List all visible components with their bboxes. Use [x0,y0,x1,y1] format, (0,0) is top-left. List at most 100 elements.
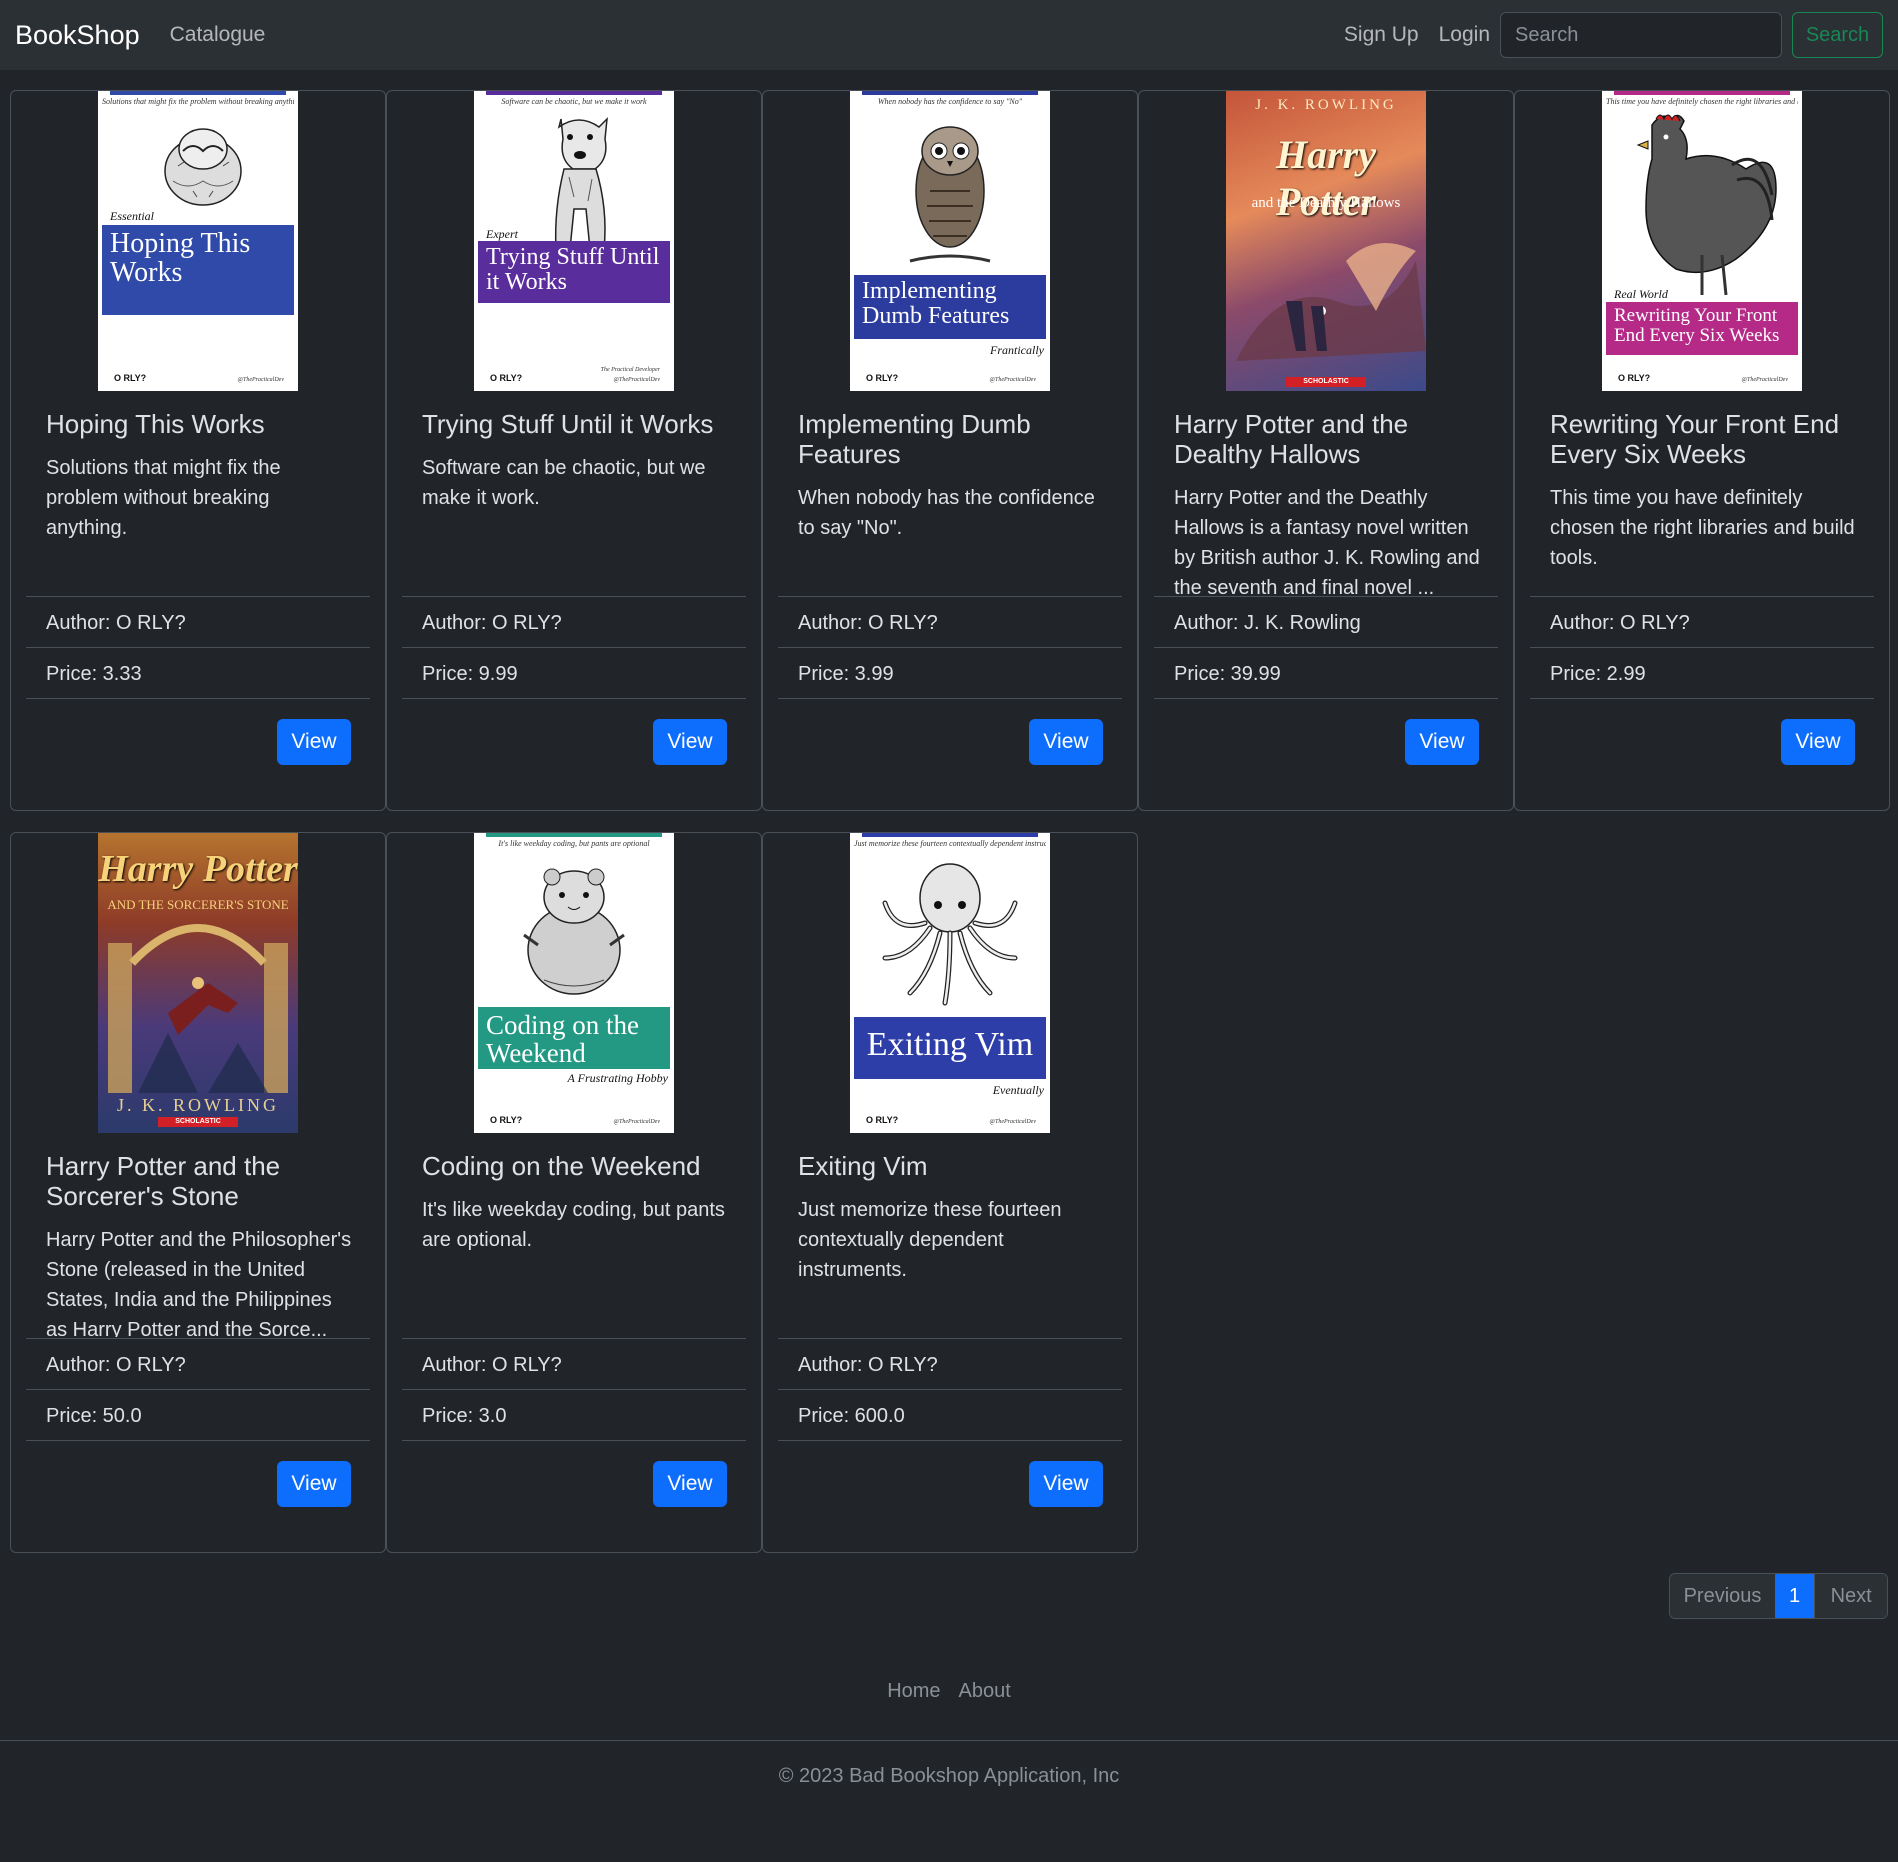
owl-icon [909,126,991,263]
book-cover-image[interactable]: Harry Potter AND THE SORCERER'S STONE J.… [98,833,298,1133]
cover-title: Harry Potter [98,848,298,890]
view-button[interactable]: View [1781,719,1855,765]
book-card: It's like weekday coding, but pants are … [386,832,762,1553]
orly-logo: O RLY? [866,373,899,383]
book-card: This time you have definitely chosen the… [1514,90,1890,811]
pagination: Previous 1 Next [1669,1573,1889,1619]
book-author: Author: O RLY? [778,596,1122,647]
book-price: Price: 39.99 [1154,647,1498,699]
castle-arches-icon [108,924,288,1093]
cover-title-band: Rewriting Your Front End Every Six Weeks [1606,302,1798,355]
nav-catalogue-link[interactable]: Catalogue [170,23,266,47]
search-button[interactable]: Search [1792,12,1883,58]
book-title: Harry Potter and the Sorcerer's Stone [46,1151,281,1211]
book-price: Price: 600.0 [778,1389,1122,1441]
cover-subtitle: The Practical Developer [600,367,660,373]
pagination-page-1[interactable]: 1 [1775,1574,1815,1618]
cover-tagline: It's like weekday coding, but pants are … [498,839,650,848]
cover-handle: @ThePracticalDev [613,1119,660,1125]
cover-subtitle: Frantically [990,343,1044,357]
navbar: BookShop Catalogue Sign Up Login Search [0,0,1898,70]
book-card: J. K. ROWLING Harry Potter and the Death… [1138,90,1514,811]
cover-handle: @ThePracticalDev [989,377,1036,383]
book-author: Author: J. K. Rowling [1154,596,1498,647]
pagination-next[interactable]: Next [1814,1574,1888,1618]
view-button[interactable]: View [1029,1461,1103,1507]
book-price: Price: 50.0 [26,1389,370,1441]
cover-subtitle: and the Deathly Hallows [1251,195,1401,211]
book-card: Software can be chaotic, but we make it … [386,90,762,811]
book-description: Just memorize these fourteen contextuall… [798,1199,1062,1281]
hamster-icon [523,868,625,995]
book-author: Author: O RLY? [1530,596,1874,647]
book-cover-image[interactable]: When nobody has the confidence to say "N… [850,91,1050,391]
book-author: Author: O RLY? [402,1338,746,1389]
copyright-text: © 2023 Bad Bookshop Application, Inc [778,1765,1120,1787]
book-cover-image[interactable]: It's like weekday coding, but pants are … [474,833,674,1133]
cover-handle: @ThePracticalDev [989,1119,1036,1125]
book-title: Exiting Vim [798,1151,928,1181]
book-description: It's like weekday coding, but pants are … [422,1199,725,1251]
book-cover-image[interactable]: Solutions that might fix the problem wit… [98,91,298,391]
nav-right-group: Sign Up Login Search [1344,12,1883,58]
book-author: Author: O RLY? [26,1338,370,1389]
book-card: When nobody has the confidence to say "N… [762,90,1138,811]
book-card: Just memorize these fourteen contextuall… [762,832,1138,1553]
footer-nav: Home About [0,1680,1898,1703]
cover-tagline: When nobody has the confidence to say "N… [877,97,1023,106]
cover-tagline: Solutions that might fix the problem wit… [102,97,294,106]
cover-top-bar [486,833,662,837]
publisher-logo: SCHOLASTIC [158,1117,238,1127]
cover-title-band: Coding on the Weekend [478,1007,670,1069]
hamster-eyes-icon [164,128,242,206]
book-card: Solutions that might fix the problem wit… [10,90,386,811]
cover-subtitle: AND THE SORCERER'S STONE [107,897,289,912]
cover-pre-title: Essential [110,209,154,223]
book-author: Author: O RLY? [402,596,746,647]
cover-subtitle: A Frustrating Hobby [567,1071,668,1085]
nav-signup-link[interactable]: Sign Up [1344,23,1419,47]
book-cover-image[interactable]: Software can be chaotic, but we make it … [474,91,674,391]
cover-title-band: Exiting Vim [854,1017,1046,1079]
cover-top-bar [110,91,286,95]
cover-title-band: Implementing Dumb Features [854,275,1046,339]
book-title: Hoping This Works [46,409,265,439]
book-title: Coding on the Weekend [422,1151,701,1181]
footer-divider [0,1740,1898,1741]
brand-link[interactable]: BookShop [15,20,140,51]
orly-logo: O RLY? [490,373,523,383]
view-button[interactable]: View [1029,719,1103,765]
search-input[interactable] [1500,12,1782,58]
book-cover-image[interactable]: This time you have definitely chosen the… [1602,91,1802,391]
cover-top-bar [486,91,662,95]
orly-logo: O RLY? [1618,373,1651,383]
rooster-icon [1636,114,1777,296]
pagination-previous[interactable]: Previous [1670,1574,1775,1618]
cover-pre-title: Expert [486,227,518,241]
book-description: Harry Potter and the Philosopher's Stone… [46,1229,352,1337]
octopus-icon [882,863,1018,1006]
cover-top-bar [862,833,1038,837]
book-author: Author: O RLY? [778,1338,1122,1389]
cover-handle: @ThePracticalDev [1741,377,1788,383]
view-button[interactable]: View [277,719,351,765]
cover-handle: @ThePracticalDev [613,377,660,383]
book-title: Rewriting Your Front End Every Six Weeks [1550,409,1840,469]
nav-login-link[interactable]: Login [1439,23,1490,47]
book-description: Harry Potter and the Deathly Hallows is … [1174,487,1480,595]
view-button[interactable]: View [277,1461,351,1507]
cover-top-bar [1614,91,1790,95]
footer-home-link[interactable]: Home [887,1680,940,1703]
view-button[interactable]: View [653,1461,727,1507]
footer-about-link[interactable]: About [959,1680,1011,1703]
book-cover-image[interactable]: J. K. ROWLING Harry Potter and the Death… [1226,91,1426,391]
cover-subtitle: Eventually [992,1083,1044,1097]
book-title: Trying Stuff Until it Works [422,409,714,439]
book-title: Implementing Dumb Features [798,409,1031,469]
book-price: Price: 2.99 [1530,647,1874,699]
view-button[interactable]: View [1405,719,1479,765]
book-description: This time you have definitely chosen the… [1550,487,1855,569]
book-cover-image[interactable]: Just memorize these fourteen contextuall… [850,833,1050,1133]
orly-logo: O RLY? [490,1115,523,1125]
view-button[interactable]: View [653,719,727,765]
